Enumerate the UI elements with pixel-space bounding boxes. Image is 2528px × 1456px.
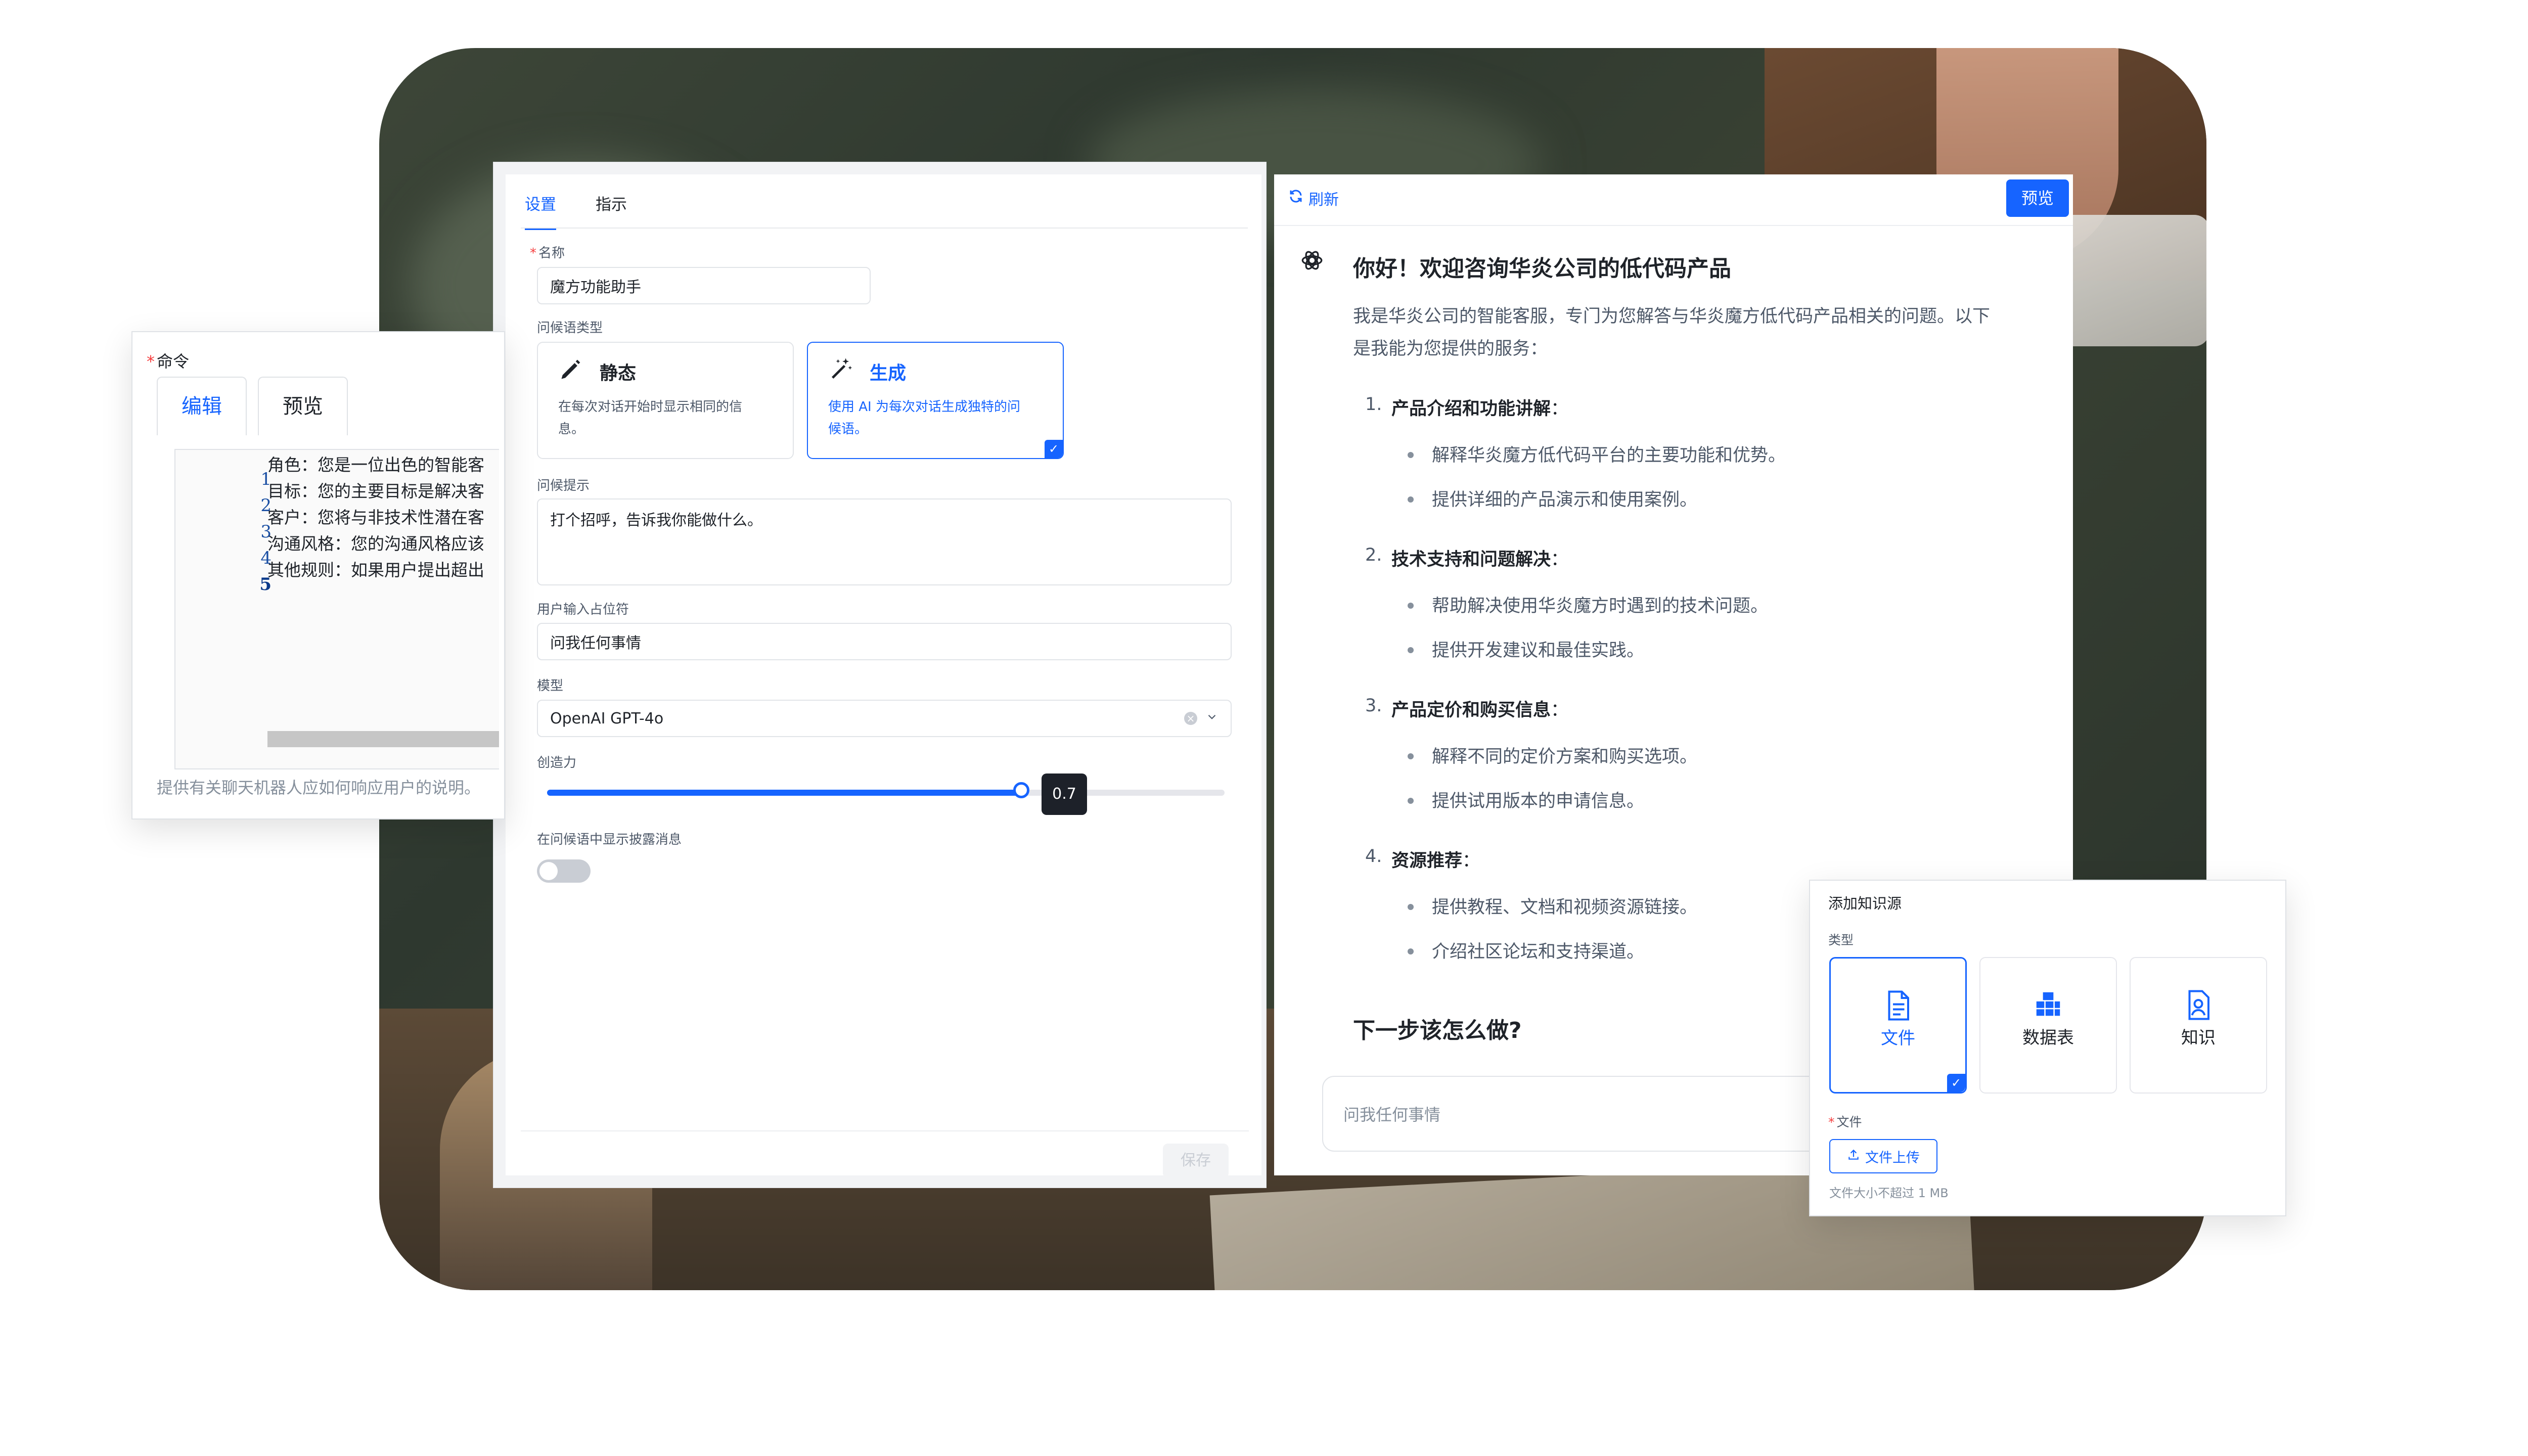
file-icon: [1831, 989, 1965, 1024]
model-value: OpenAI GPT-4o: [550, 709, 664, 727]
line-numbers: 1 2 3 4 5: [259, 469, 272, 595]
model-label: 模型: [537, 678, 564, 694]
check-icon: ✓: [1947, 1074, 1965, 1092]
table-icon: [1980, 988, 2116, 1024]
prompt-label: 问候提示: [537, 478, 590, 493]
footer-divider: [521, 1130, 1249, 1131]
chat-intro: 我是华炎公司的智能客服，专门为您解答与华炎魔方低代码产品相关的问题。以下 是我能为…: [1353, 306, 1991, 359]
openai-icon: [1299, 248, 1325, 273]
tab-preview[interactable]: 预览: [258, 377, 348, 435]
greeting-type-label: 问候语类型: [537, 321, 603, 336]
greeting-static-card[interactable]: 静态 在每次对话开始时显示相同的信 息。: [537, 342, 794, 459]
list-item: 帮助解决使用华炎魔方时遇到的技术问题。: [1407, 592, 1768, 617]
knowledge-icon: [2131, 988, 2266, 1024]
tab-edit[interactable]: 编辑: [157, 377, 247, 435]
command-tabs: 编辑 预览: [157, 377, 348, 435]
disclosure-label: 在问候语中显示披露消息: [537, 832, 682, 847]
type-knowledge-card[interactable]: 知识: [2130, 957, 2267, 1094]
list-item: 提供试用版本的申请信息。: [1407, 787, 1644, 812]
file-label: * 文件: [1828, 1115, 1862, 1129]
upload-icon: [1847, 1148, 1860, 1165]
next-step-heading: 下一步该怎么做?: [1353, 1018, 1522, 1043]
section-number: 4.: [1365, 846, 1382, 867]
section-number: 1.: [1365, 394, 1382, 415]
chat-header-divider: [1274, 225, 2073, 226]
model-select[interactable]: OpenAI GPT-4o ×: [537, 700, 1232, 737]
name-input[interactable]: 魔方功能助手: [537, 267, 871, 304]
list-item: 提供开发建议和最佳实践。: [1407, 636, 1644, 662]
settings-tabs: 设置 指示: [525, 192, 627, 230]
check-icon: ✓: [1045, 440, 1063, 458]
tabs-divider: [521, 228, 1248, 229]
section-title: 产品介绍和功能讲解：: [1391, 399, 1569, 419]
section-number: 3.: [1365, 696, 1382, 716]
section-title: 技术支持和问题解决：: [1391, 550, 1569, 570]
section-number: 2.: [1365, 545, 1382, 565]
magic-wand-icon: [828, 356, 854, 387]
command-hint: 提供有关聊天机器人应如何响应用户的说明。: [157, 778, 481, 797]
tab-instructions[interactable]: 指示: [596, 192, 627, 228]
section-title: 产品定价和购买信息：: [1391, 700, 1569, 720]
placeholder-input[interactable]: 问我任何事情: [537, 623, 1232, 660]
disclosure-toggle[interactable]: [537, 859, 591, 883]
code-lines: 角色：您是一位出色的智能客 目标：您的主要目标是解决客 客户：您将与非技术性潜在…: [267, 455, 484, 580]
type-table-card[interactable]: 数据表: [1979, 957, 2117, 1094]
settings-panel: [506, 174, 1261, 1175]
horizontal-scrollbar[interactable]: [267, 731, 499, 747]
knowledge-title: 添加知识源: [1828, 895, 1902, 912]
file-upload-button[interactable]: 文件上传: [1829, 1139, 1937, 1173]
creativity-slider[interactable]: [547, 782, 1225, 798]
slider-handle[interactable]: [1013, 782, 1029, 798]
list-item: 提供详细的产品演示和使用案例。: [1407, 485, 1697, 511]
section-title: 资源推荐：: [1391, 851, 1480, 871]
placeholder-label: 用户输入占位符: [537, 602, 629, 617]
slider-value-tooltip: 0.7: [1042, 774, 1087, 815]
command-label: * 命令: [147, 352, 190, 371]
pencil-icon: [558, 356, 584, 387]
slider-fill: [547, 790, 1021, 796]
type-file-card[interactable]: 文件 ✓: [1829, 957, 1967, 1094]
creativity-label: 创造力: [537, 755, 577, 770]
preview-button[interactable]: 预览: [2006, 179, 2069, 217]
save-button[interactable]: 保存: [1163, 1144, 1229, 1178]
name-label: * 名称: [530, 246, 565, 261]
refresh-button[interactable]: 刷新: [1288, 187, 1339, 209]
list-item: 解释不同的定价方案和购买选项。: [1407, 742, 1697, 768]
greeting-generate-card[interactable]: 生成 使用 AI 为每次对话生成独特的问 候语。 ✓: [807, 342, 1064, 459]
clear-icon[interactable]: ×: [1184, 712, 1197, 725]
chevron-down-icon[interactable]: [1205, 710, 1218, 727]
tab-settings[interactable]: 设置: [525, 192, 556, 230]
command-editor[interactable]: 1 2 3 4 5 角色：您是一位出色的智能客 目标：您的主要目标是解决客 客户…: [174, 449, 499, 769]
type-label: 类型: [1828, 933, 1854, 947]
list-item: 提供教程、文档和视频资源链接。: [1407, 893, 1697, 919]
refresh-icon: [1288, 189, 1303, 208]
list-item: 解释华炎魔方低代码平台的主要功能和优势。: [1407, 441, 1786, 467]
file-size-hint: 文件大小不超过 1 MB: [1829, 1186, 1949, 1200]
list-item: 介绍社区论坛和支持渠道。: [1407, 937, 1644, 963]
prompt-textarea[interactable]: 打个招呼，告诉我你能做什么。: [537, 498, 1232, 585]
chat-title: 你好！欢迎咨询华炎公司的低代码产品: [1353, 256, 1731, 282]
